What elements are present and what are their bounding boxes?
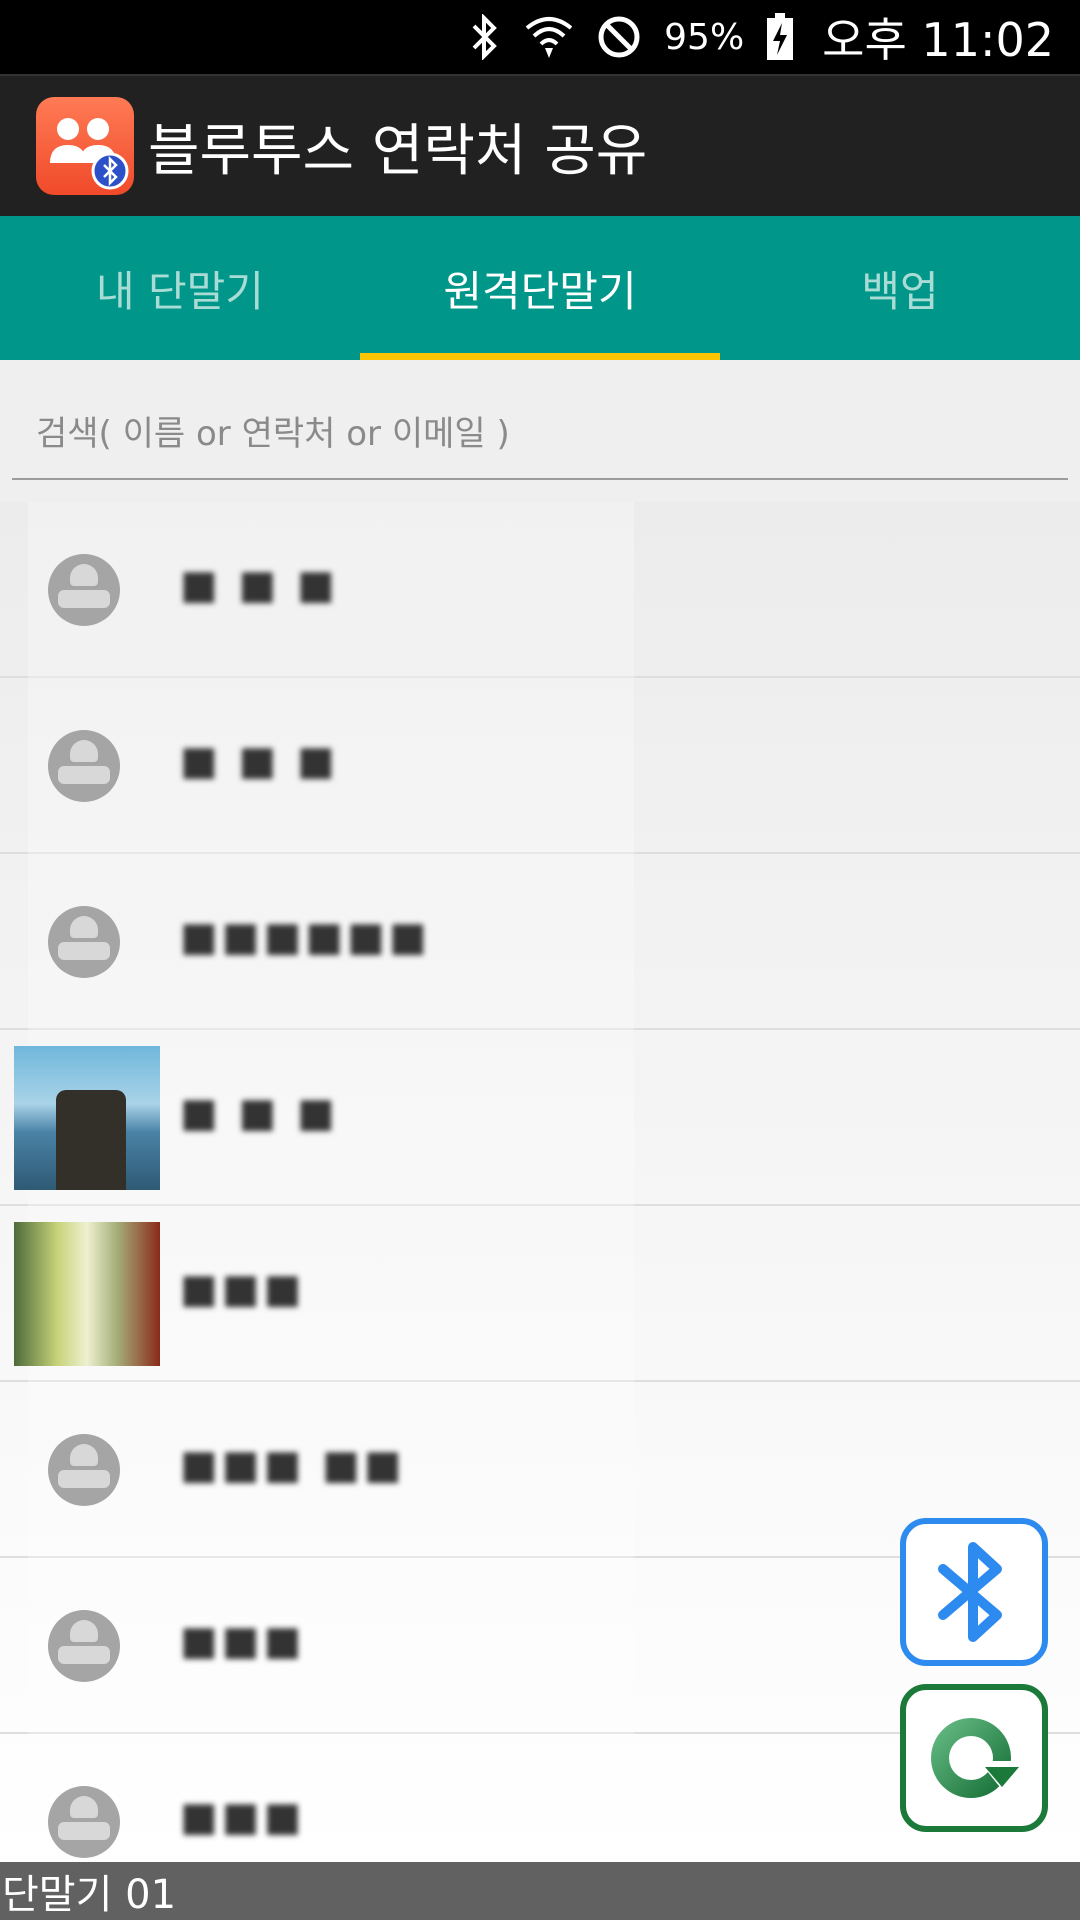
- default-avatar-icon: [48, 554, 120, 626]
- bluetooth-icon: [938, 1542, 1002, 1642]
- contact-name: ■ ■ ■: [180, 562, 339, 608]
- default-avatar-icon: [48, 906, 120, 978]
- contact-name: ■■■■■■: [180, 914, 431, 960]
- device-status-bar: 단말기 01: [0, 1862, 1080, 1920]
- battery-percent: 95%: [664, 16, 745, 58]
- app-logo-icon: [36, 97, 134, 195]
- list-item[interactable]: ■ ■ ■: [0, 678, 1080, 854]
- device-status-text: 단말기 01: [2, 1872, 177, 1918]
- refresh-button[interactable]: [900, 1684, 1048, 1832]
- contact-name: ■ ■ ■: [180, 1090, 339, 1136]
- tab-remote-device[interactable]: 원격단말기: [360, 216, 720, 360]
- refresh-icon: [931, 1718, 1027, 1798]
- list-item[interactable]: ■ ■ ■: [0, 1030, 1080, 1206]
- contact-name: ■■■: [180, 1266, 306, 1312]
- list-item[interactable]: ■ ■ ■: [0, 502, 1080, 678]
- app-title: 블루투스 연락처 공유: [148, 118, 648, 184]
- list-item[interactable]: ■■■■■■: [0, 854, 1080, 1030]
- bluetooth-icon: [468, 14, 502, 60]
- contact-name: ■■■ ■■: [180, 1442, 406, 1488]
- clock: 오후 11:02: [822, 13, 1054, 67]
- list-item[interactable]: ■■■: [0, 1206, 1080, 1382]
- status-bar: 95% 오후 11:02: [0, 0, 1080, 74]
- battery-charging-icon: [766, 13, 794, 61]
- contact-name: ■■■: [180, 1794, 306, 1840]
- default-avatar-icon: [48, 730, 120, 802]
- default-avatar-icon: [48, 1610, 120, 1682]
- bluetooth-send-button[interactable]: [900, 1518, 1048, 1666]
- default-avatar-icon: [48, 1786, 120, 1858]
- contact-photo: [14, 1222, 160, 1366]
- search-input[interactable]: [12, 390, 1068, 480]
- tab-my-device[interactable]: 내 단말기: [0, 216, 360, 360]
- wifi-icon: [524, 14, 574, 60]
- contact-photo: [14, 1046, 160, 1190]
- app-bar: 블루투스 연락처 공유: [0, 74, 1080, 216]
- do-not-disturb-icon: [596, 14, 642, 60]
- contact-name: ■■■: [180, 1618, 306, 1664]
- tab-bar: 내 단말기 원격단말기 백업: [0, 216, 1080, 360]
- default-avatar-icon: [48, 1434, 120, 1506]
- tab-backup[interactable]: 백업: [720, 216, 1080, 360]
- contact-name: ■ ■ ■: [180, 738, 339, 784]
- search-area: [0, 360, 1080, 510]
